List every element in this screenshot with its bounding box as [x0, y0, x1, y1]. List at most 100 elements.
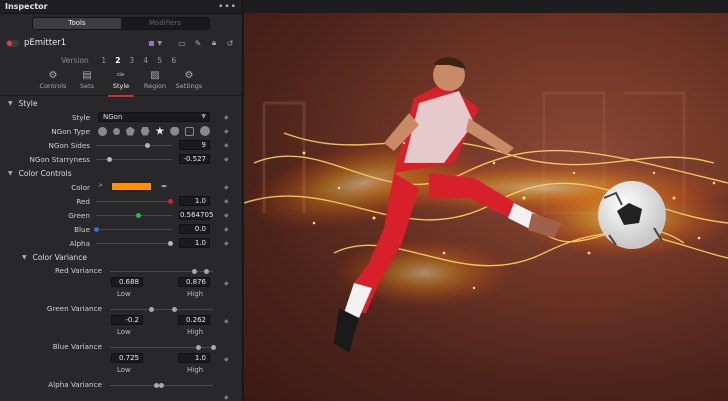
tab-sets[interactable]: ▤ Sets	[70, 69, 104, 95]
range-high-thumb[interactable]	[172, 307, 178, 312]
range-low-thumb[interactable]	[148, 307, 154, 312]
variance-label: Green Variance	[46, 304, 102, 313]
variance-low-input[interactable]: -0.2	[111, 315, 143, 325]
tab-modifiers[interactable]: Modifiers	[121, 18, 209, 29]
version-4[interactable]: 4	[139, 56, 153, 65]
high-label: High	[187, 366, 204, 374]
channel-slider[interactable]	[96, 199, 173, 204]
variance-high-input[interactable]: 1.0	[178, 353, 210, 363]
large-circle-shape-icon[interactable]	[199, 126, 210, 136]
keyframe-icon[interactable]: ◆	[224, 318, 229, 325]
variance-row: Alpha Variance ◆	[0, 378, 242, 401]
channel-row-green: Green 0.564705 ◆	[0, 208, 242, 222]
keyframe-icon[interactable]: ◆	[224, 226, 229, 233]
slider-thumb[interactable]	[167, 241, 173, 246]
version-1[interactable]: 1	[97, 56, 111, 65]
version-5[interactable]: 5	[153, 56, 167, 65]
keyframe-icon[interactable]: ◆	[224, 198, 229, 205]
channel-value-input[interactable]: 1.0	[179, 238, 210, 248]
variance-low-input[interactable]: 0.725	[111, 353, 143, 363]
ngon-type-row: NGon Type ◆	[0, 124, 242, 138]
channel-slider[interactable]	[96, 213, 172, 218]
variance-high-input[interactable]: 0.876	[178, 277, 210, 287]
version-3[interactable]: 3	[125, 56, 139, 65]
ngon-sides-input[interactable]: 9	[179, 140, 210, 150]
range-high-thumb[interactable]	[204, 269, 210, 274]
star-shape-icon[interactable]	[155, 126, 165, 135]
keyframe-icon[interactable]: ◆	[224, 156, 229, 163]
slider-thumb[interactable]	[107, 157, 113, 162]
keyframe-icon[interactable]: ◆	[224, 212, 229, 219]
variance-low-input[interactable]: 0.688	[111, 277, 143, 287]
style-section-header[interactable]: ▼ Style	[0, 96, 242, 110]
low-label: Low	[117, 328, 131, 336]
variance-high-input[interactable]: 0.262	[178, 315, 210, 325]
variance-range-slider[interactable]	[110, 383, 213, 388]
slider-thumb[interactable]	[93, 227, 99, 232]
color-controls-title: Color Controls	[18, 168, 72, 178]
channel-slider[interactable]	[96, 241, 173, 246]
style-dropdown[interactable]: NGon ▼	[98, 112, 210, 122]
keyframe-icon[interactable]: ◆	[224, 240, 229, 247]
outline-pentagon-shape-icon[interactable]	[185, 126, 195, 136]
circle-shape-icon[interactable]	[98, 126, 107, 136]
range-high-thumb[interactable]	[159, 383, 164, 388]
keyframe-icon[interactable]: ◆	[224, 394, 229, 401]
ellipsis-icon[interactable]: •••	[218, 2, 237, 12]
pentagon-shape-icon[interactable]	[125, 126, 135, 136]
channel-value-input[interactable]: 0.564705	[179, 210, 213, 220]
versions-icon[interactable]: ▭	[176, 39, 188, 48]
tab-style[interactable]: ✑ Style	[104, 69, 138, 97]
keyframe-icon[interactable]: ◆	[224, 356, 229, 363]
eyedropper-icon[interactable]: ✒	[161, 182, 168, 191]
tab-tools[interactable]: Tools	[33, 18, 121, 29]
color-variance-section-header[interactable]: ▼ Color Variance	[0, 250, 242, 264]
color-swatch[interactable]	[111, 182, 152, 191]
tool-color-icon[interactable]	[149, 40, 155, 46]
variance-range-slider[interactable]	[110, 307, 213, 312]
range-low-thumb[interactable]	[191, 269, 197, 274]
variance-range-slider[interactable]	[110, 345, 216, 350]
variance-range-slider[interactable]	[110, 269, 213, 274]
slider-thumb[interactable]	[136, 213, 142, 218]
ngon-sides-slider[interactable]	[96, 143, 172, 148]
small-circle-shape-icon[interactable]	[112, 127, 120, 135]
keyframe-icon[interactable]: ◆	[224, 280, 229, 287]
range-low-thumb[interactable]	[196, 345, 202, 350]
ngon-starryness-slider[interactable]	[96, 157, 172, 162]
version-2[interactable]: 2	[111, 56, 125, 65]
channel-slider[interactable]	[93, 227, 172, 232]
keyframe-icon[interactable]: ◆	[224, 114, 229, 121]
chevron-right-icon[interactable]: >	[98, 182, 103, 189]
tab-region[interactable]: ▨ Region	[138, 69, 172, 95]
octagon-shape-icon[interactable]	[170, 126, 180, 136]
viewer-panel[interactable]	[244, 0, 728, 401]
variance-row: Green Variance -0.2 0.262 Low High ◆	[0, 302, 242, 340]
keyframe-icon[interactable]: ◆	[224, 128, 229, 135]
tab-controls[interactable]: ⚙ Controls	[36, 69, 70, 95]
chevron-down-icon: ▼	[201, 113, 206, 120]
reset-icon[interactable]: ↺	[224, 39, 236, 48]
slider-thumb[interactable]	[145, 143, 151, 148]
tab-settings[interactable]: ⚙ Settings	[172, 69, 206, 95]
keyframe-icon[interactable]: ◆	[224, 184, 229, 191]
channel-value-input[interactable]: 1.0	[179, 196, 210, 206]
tab-region-label: Region	[143, 82, 167, 90]
gear-icon: ⚙	[184, 70, 194, 81]
lock-icon[interactable]: 🔒︎	[208, 38, 220, 48]
channel-value-input[interactable]: 0.0	[179, 224, 210, 234]
version-6[interactable]: 6	[167, 56, 181, 65]
power-toggle-icon[interactable]	[6, 39, 19, 47]
color-controls-section-header[interactable]: ▼ Color Controls	[0, 166, 242, 180]
pin-icon[interactable]: ✎	[192, 39, 204, 48]
chevron-down-icon: ▼	[22, 253, 27, 261]
soccer-ball	[598, 181, 666, 249]
hexagon-shape-icon[interactable]	[140, 126, 150, 136]
ngon-starryness-input[interactable]: -0.527	[179, 154, 210, 164]
color-channels: Red 1.0 ◆ Green 0.564705 ◆ Blue 0.0 ◆ Alpha 1.0 ◆	[0, 194, 242, 250]
chevron-down-icon[interactable]: ▼	[157, 40, 162, 47]
range-high-thumb[interactable]	[210, 345, 216, 350]
slider-thumb[interactable]	[167, 199, 173, 204]
channel-row-alpha: Alpha 1.0 ◆	[0, 236, 242, 250]
keyframe-icon[interactable]: ◆	[224, 142, 229, 149]
